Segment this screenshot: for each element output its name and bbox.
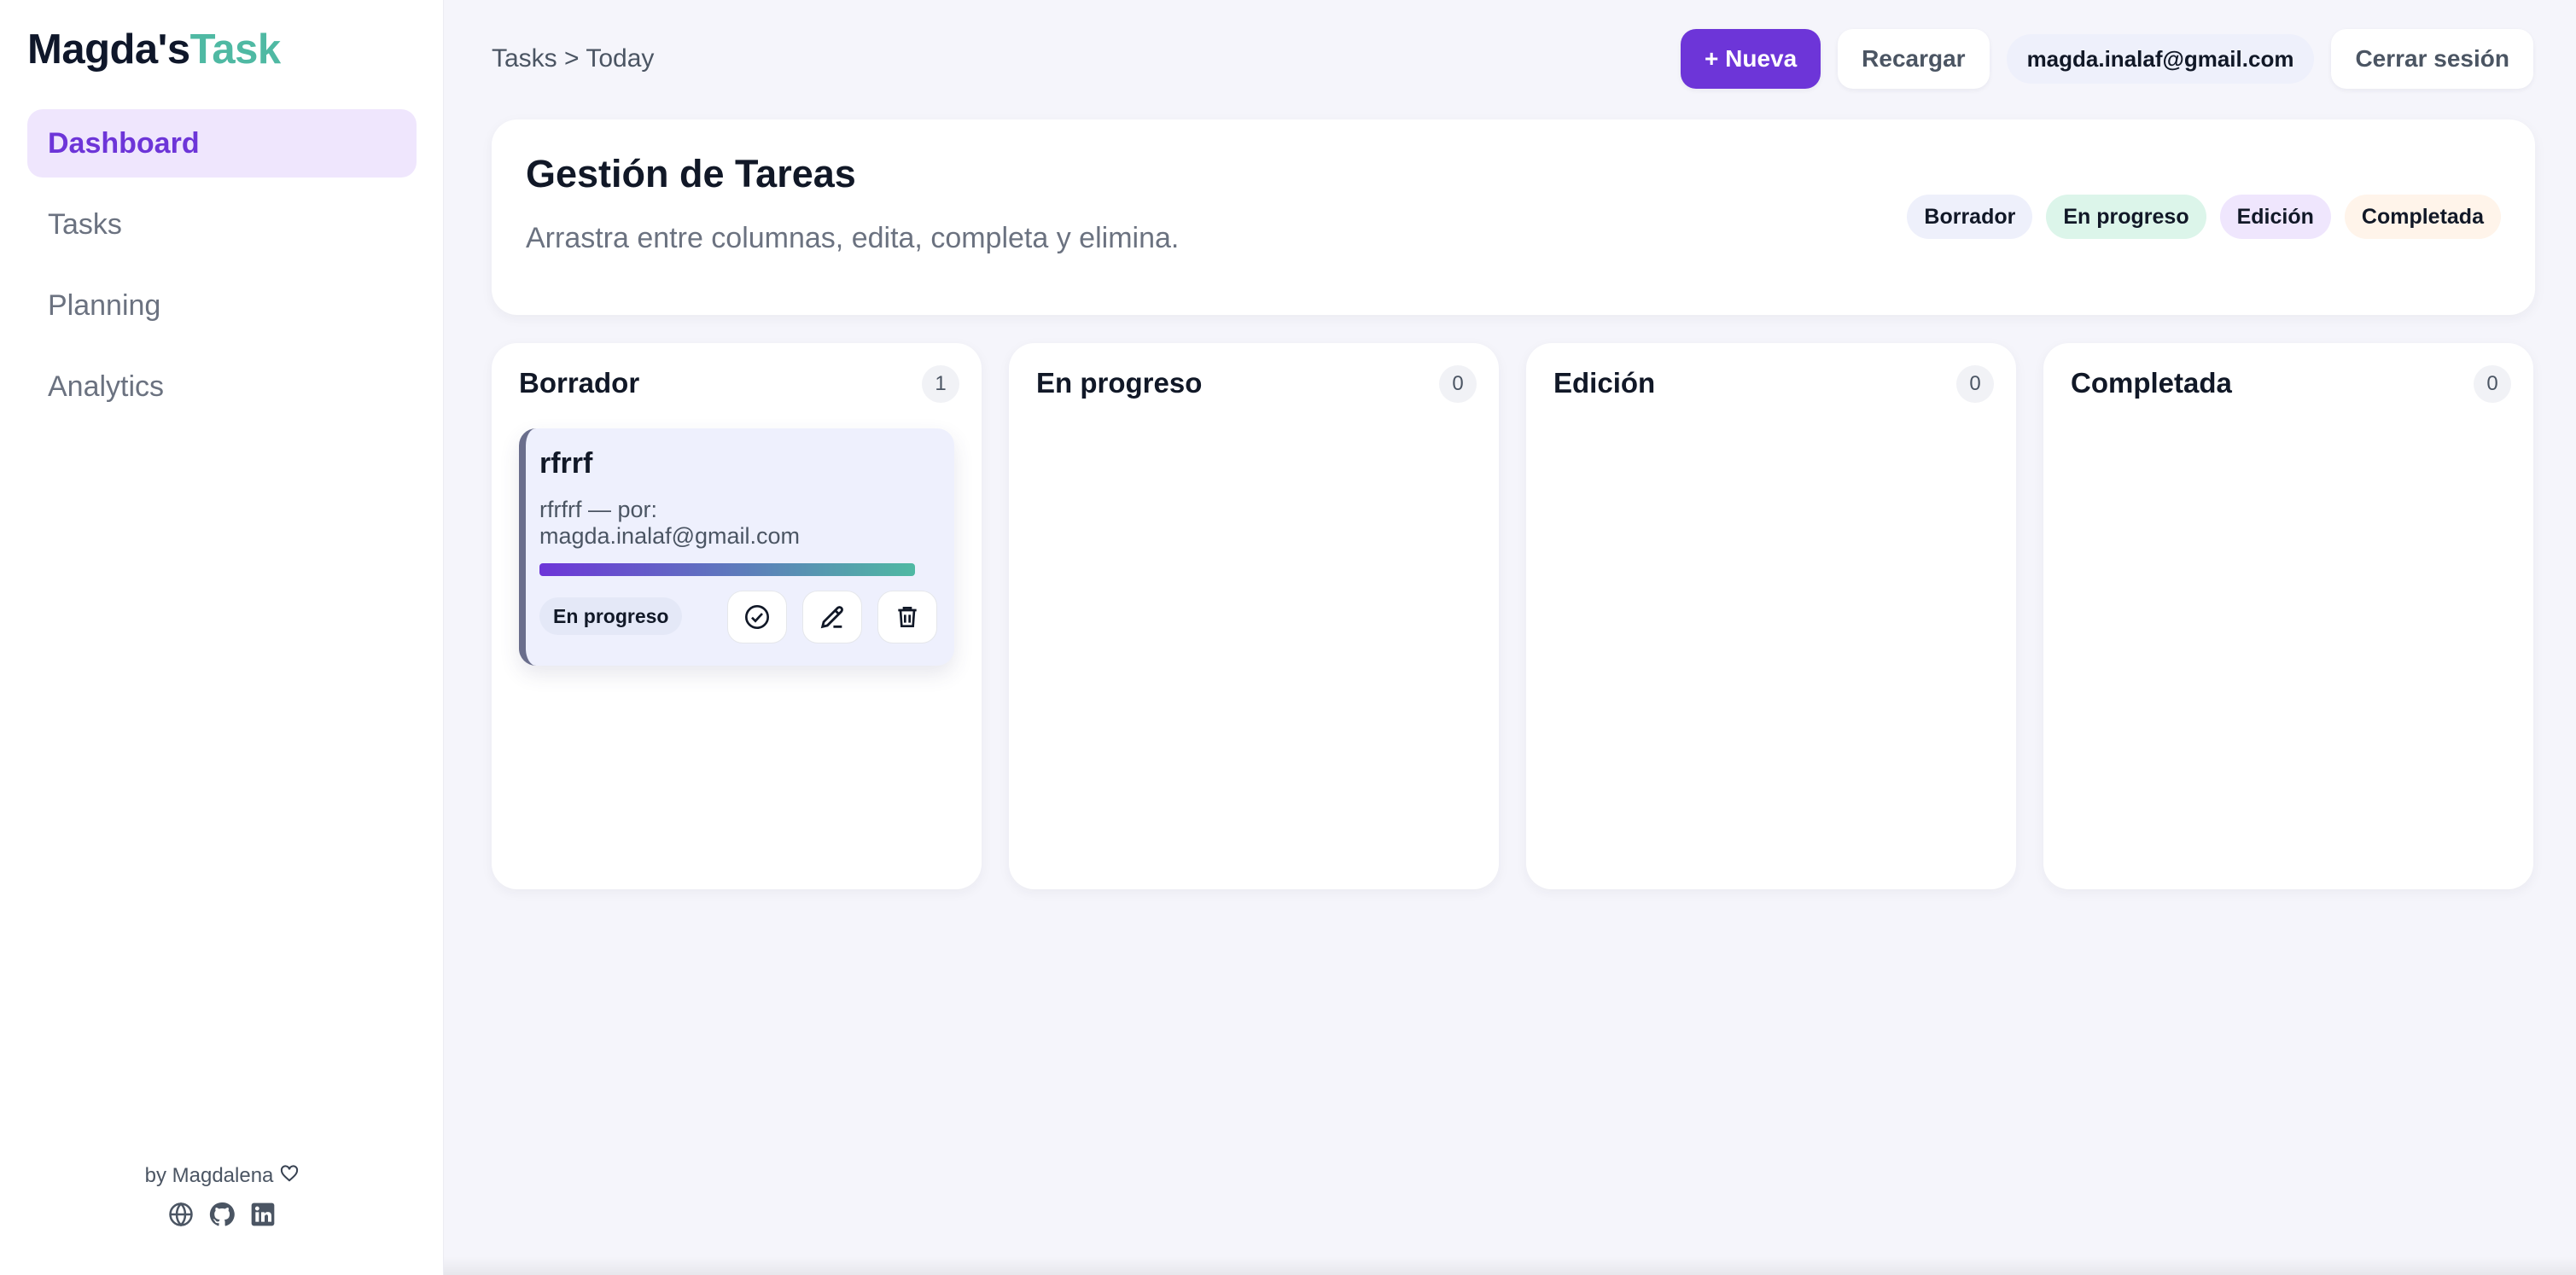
column-completada[interactable]: Completada 0 [2043,343,2533,889]
legend-borrador: Borrador [1907,195,2033,239]
column-count: 0 [2474,365,2511,403]
task-description: rfrfrf — por: magda.inalaf@gmail.com [539,497,801,549]
social-links [0,1200,444,1229]
sidebar-nav: Dashboard Tasks Planning Analytics [27,109,417,434]
legend-en-progreso: En progreso [2046,195,2206,239]
main-area: Tasks > Today + Nueva Recargar magda.ina… [444,0,2576,1275]
column-title: Completada [2071,367,2232,399]
trash-icon [898,607,917,627]
column-title: En progreso [1036,367,1203,399]
edit-task-button[interactable] [802,591,862,643]
breadcrumb: Tasks > Today [492,44,655,73]
pencil-icon [820,606,843,629]
page-title: Gestión de Tareas [526,152,856,195]
bottom-scroll-shadow [444,1256,2576,1275]
linkedin-icon[interactable] [248,1200,277,1229]
sidebar: Magda'sTask Dashboard Tasks Planning Ana… [0,0,444,1275]
header-card: Gestión de Tareas Arrastra entre columna… [492,119,2535,315]
status-legend: Borrador En progreso Edición Completada [1907,195,2501,239]
delete-task-button[interactable] [877,591,937,643]
reload-button[interactable]: Recargar [1838,29,1990,89]
new-task-button[interactable]: + Nueva [1680,29,1821,89]
task-status-badge: En progreso [539,597,683,635]
credit-text: by Magdalena [144,1164,274,1187]
task-progress-bar [539,563,915,576]
check-circle-icon [745,605,769,629]
brand-part-1: Magda's [27,26,190,73]
legend-edicion: Edición [2219,195,2331,239]
brand-part-2: Task [189,26,282,73]
column-count: 1 [922,365,959,403]
user-email-badge: magda.inalaf@gmail.com [2006,34,2315,84]
column-en-progreso[interactable]: En progreso 0 [1009,343,1499,889]
column-title: Borrador [519,367,640,399]
column-count: 0 [1439,365,1477,403]
legend-completada: Completada [2344,195,2501,239]
complete-task-button[interactable] [727,591,787,643]
github-icon[interactable] [207,1200,236,1229]
task-card[interactable]: rfrrf rfrfrf — por: magda.inalaf@gmail.c… [519,428,954,666]
logout-button[interactable]: Cerrar sesión [2331,29,2533,89]
column-count: 0 [1956,365,1994,403]
task-actions [727,591,937,643]
sidebar-item-dashboard[interactable]: Dashboard [27,109,417,178]
credit: by Magdalena [145,1164,300,1188]
sidebar-item-tasks[interactable]: Tasks [27,190,417,259]
kanban-board: Borrador 1 rfrrf rfrfrf — por: magda.ina… [492,343,2533,889]
page-subtitle: Arrastra entre columnas, edita, completa… [526,222,1180,254]
column-borrador[interactable]: Borrador 1 rfrrf rfrfrf — por: magda.ina… [492,343,982,889]
top-toolbar: + Nueva Recargar magda.inalaf@gmail.com … [1680,29,2533,89]
brand-logo[interactable]: Magda'sTask [27,26,281,73]
sidebar-item-analytics[interactable]: Analytics [27,352,417,421]
heart-icon [280,1164,299,1188]
column-edicion[interactable]: Edición 0 [1526,343,2016,889]
sidebar-footer: by Magdalena [0,1164,444,1229]
task-progress-fill [539,563,915,576]
task-title: rfrrf [539,447,593,480]
sidebar-item-planning[interactable]: Planning [27,271,417,340]
globe-icon[interactable] [166,1200,195,1229]
column-title: Edición [1553,367,1656,399]
